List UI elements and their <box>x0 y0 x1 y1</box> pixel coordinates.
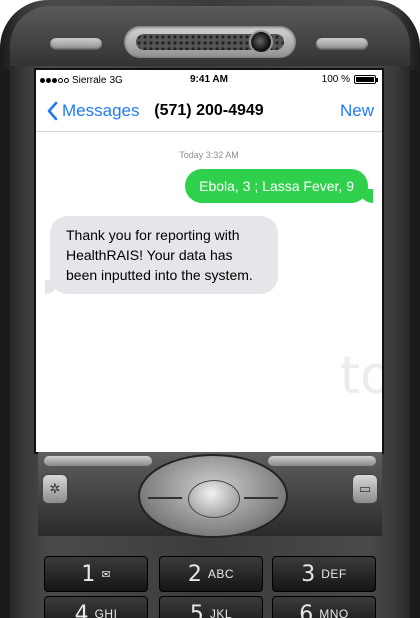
key-letters: ABC <box>207 567 235 581</box>
status-bar: Sierrale 3G 9:41 AM 100 % <box>36 70 382 92</box>
conversation-navbar: Messages (571) 200-4949 New <box>36 92 382 132</box>
key-3[interactable]: 3 DEF <box>272 556 376 592</box>
key-digit: 1 <box>81 561 96 587</box>
menu-key[interactable]: ✲ <box>42 474 68 504</box>
key-2[interactable]: 2 ABC <box>159 556 263 592</box>
left-soft-key[interactable] <box>44 456 152 466</box>
navigation-panel: ✲ ▭ <box>38 452 382 538</box>
right-soft-key[interactable] <box>268 456 376 466</box>
key-letters: GHI <box>94 607 118 618</box>
incoming-message-bubble[interactable]: Thank you for reporting with HealthRAIS!… <box>45 216 278 294</box>
clear-key[interactable]: ▭ <box>352 474 378 504</box>
phone-body: Sierrale 3G 9:41 AM 100 % Messages (571)… <box>0 0 420 618</box>
earpiece-speaker <box>124 26 296 58</box>
key-digit: 2 <box>187 561 202 587</box>
key-digit: 3 <box>301 561 316 587</box>
battery-fill <box>356 77 374 82</box>
dpad-center-button[interactable] <box>188 480 240 518</box>
key-6[interactable]: 6 MNO <box>272 596 376 618</box>
phone-side-right <box>410 70 420 618</box>
voicemail-icon: ✉ <box>101 568 111 581</box>
phone-side-left <box>0 70 10 618</box>
numeric-keypad: 1 ✉ 2 ABC 3 DEF 4 GHI 5 JKL 6 MNO <box>44 548 378 618</box>
front-camera-icon <box>249 30 273 54</box>
key-letters: JKL <box>209 607 233 618</box>
outgoing-message-bubble[interactable]: Ebola, 3 ; Lassa Fever, 9 <box>185 169 373 203</box>
menu-icon: ✲ <box>49 481 61 497</box>
status-right: 100 % <box>321 74 378 85</box>
key-digit: 6 <box>299 601 314 618</box>
key-letters: DEF <box>321 567 347 581</box>
key-digit: 4 <box>74 601 89 618</box>
new-message-button[interactable]: New <box>340 101 374 121</box>
message-timestamp: Today 3:32 AM <box>179 150 239 160</box>
key-5[interactable]: 5 JKL <box>159 596 263 618</box>
directional-pad[interactable] <box>138 454 288 538</box>
battery-percent: 100 % <box>321 74 350 85</box>
battery-icon <box>354 75 378 84</box>
clear-icon: ▭ <box>358 481 372 497</box>
back-to-messages-button[interactable]: Messages <box>46 101 139 121</box>
back-button-label: Messages <box>62 101 140 120</box>
key-letters: MNO <box>319 607 349 618</box>
watermark-text: to <box>339 346 382 406</box>
top-left-button[interactable] <box>50 38 102 50</box>
key-1[interactable]: 1 ✉ <box>44 556 148 592</box>
top-right-button[interactable] <box>316 38 368 50</box>
chevron-left-icon <box>47 101 58 121</box>
key-digit: 5 <box>189 601 204 618</box>
key-4[interactable]: 4 GHI <box>44 596 148 618</box>
phone-screen: Sierrale 3G 9:41 AM 100 % Messages (571)… <box>34 68 384 454</box>
